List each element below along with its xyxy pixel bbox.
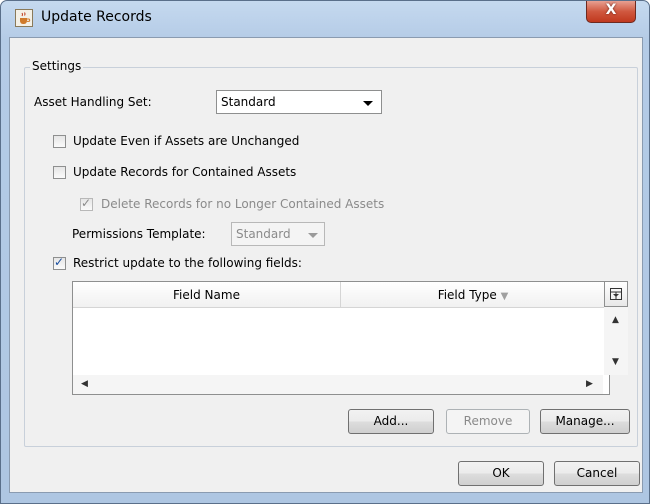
asset-handling-select[interactable]: Standard [216, 90, 382, 114]
sort-descending-icon: ▼ [500, 291, 509, 302]
column-header-label: Field Name [173, 288, 240, 302]
vertical-scrollbar[interactable]: ▲ ▼ [604, 307, 628, 375]
column-chooser-button[interactable] [604, 281, 628, 307]
asset-handling-value: Standard [221, 95, 276, 109]
scroll-left-icon[interactable]: ◀ [81, 379, 88, 389]
delete-records-checkbox[interactable]: ✓ [80, 196, 93, 211]
close-icon: X [605, 2, 617, 18]
checkmark-icon: ✓ [81, 196, 92, 210]
remove-button[interactable]: Remove [446, 409, 530, 434]
checkmark-icon: ✓ [54, 255, 65, 269]
manage-button[interactable]: Manage... [540, 409, 630, 434]
update-unchanged-checkbox[interactable] [53, 135, 66, 148]
scroll-down-icon[interactable]: ▼ [612, 357, 619, 367]
column-header-field-name[interactable]: Field Name [73, 282, 341, 308]
close-button[interactable]: X [586, 1, 636, 23]
permissions-template-value: Standard [236, 227, 291, 241]
chevron-down-icon [363, 101, 373, 106]
delete-records-label: Delete Records for no Longer Contained A… [101, 197, 385, 211]
permissions-template-label: Permissions Template: [72, 227, 206, 241]
scroll-right-icon[interactable]: ▶ [586, 379, 593, 389]
scroll-up-icon[interactable]: ▲ [612, 315, 619, 325]
chevron-down-icon [308, 233, 318, 238]
asset-handling-label: Asset Handling Set: [34, 95, 152, 109]
horizontal-scrollbar[interactable]: ◀ ▶ [73, 375, 603, 394]
title-bar[interactable]: Update Records X [1, 1, 649, 35]
cancel-button[interactable]: Cancel [554, 461, 640, 486]
settings-group-label: Settings [30, 59, 84, 73]
window-title: Update Records [41, 9, 152, 25]
add-button[interactable]: Add... [348, 409, 434, 434]
update-contained-label[interactable]: Update Records for Contained Assets [73, 165, 296, 179]
update-contained-checkbox[interactable] [53, 166, 66, 179]
restrict-update-checkbox[interactable]: ✓ [53, 255, 66, 270]
column-header-label: Field Type [437, 288, 497, 302]
column-header-field-type[interactable]: Field Type ▼ [341, 282, 605, 308]
permissions-template-select[interactable]: Standard [231, 222, 325, 246]
java-cup-icon [15, 9, 33, 27]
restrict-update-label[interactable]: Restrict update to the following fields: [73, 256, 302, 270]
ok-button[interactable]: OK [458, 461, 544, 486]
column-chooser-icon [610, 288, 622, 300]
update-unchanged-label[interactable]: Update Even if Assets are Unchanged [73, 134, 299, 148]
